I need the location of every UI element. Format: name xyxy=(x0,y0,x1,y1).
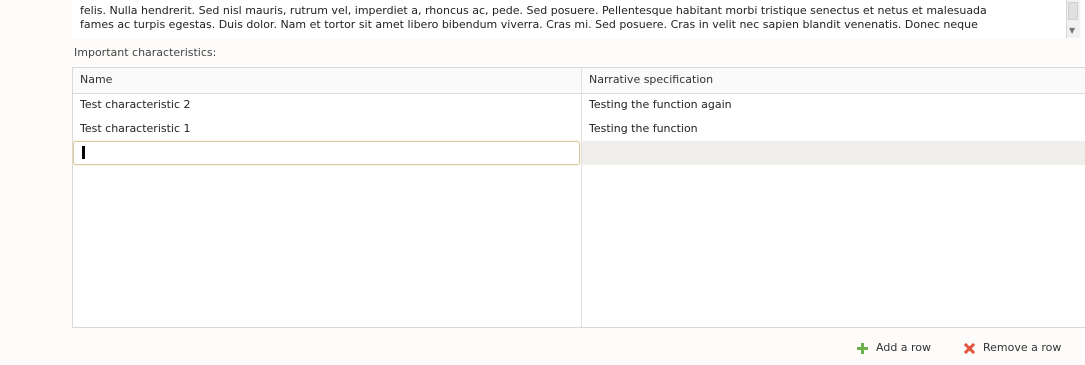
cell-name[interactable]: Test characteristic 1 xyxy=(73,117,581,140)
new-row-name-input[interactable] xyxy=(73,141,580,165)
scroll-down-arrow-icon[interactable]: ▼ xyxy=(1069,27,1075,35)
characteristics-grid: Name Narrative specification Test charac… xyxy=(72,67,1085,328)
scrollbar-thumb[interactable] xyxy=(1068,2,1078,20)
description-line-2: fames ac turpis egestas. Duis dolor. Nam… xyxy=(80,18,978,31)
remove-row-label: Remove a row xyxy=(983,341,1062,354)
text-cursor xyxy=(82,146,85,159)
column-header-narrative-specification[interactable]: Narrative specification xyxy=(582,68,1085,91)
description-scrollbar[interactable]: ▼ xyxy=(1066,0,1080,38)
cell-name[interactable]: Test characteristic 2 xyxy=(73,93,581,116)
grid-actions: Add a row Remove a row xyxy=(0,339,1085,359)
cell-narrative-specification[interactable]: Testing the function xyxy=(582,117,1085,140)
characteristics-label: Important characteristics: xyxy=(74,46,217,59)
description-textarea[interactable]: felis. Nulla hendrerit. Sed nisl mauris,… xyxy=(72,0,1080,38)
table-row[interactable]: Test characteristic 2 Testing the functi… xyxy=(73,93,1085,117)
description-line-1: felis. Nulla hendrerit. Sed nisl mauris,… xyxy=(80,4,987,17)
add-row-button[interactable]: Add a row xyxy=(856,339,931,357)
add-row-label: Add a row xyxy=(876,341,932,354)
grid-header: Name Narrative specification xyxy=(73,68,1085,94)
column-header-name[interactable]: Name xyxy=(73,68,581,91)
column-divider xyxy=(581,68,582,327)
remove-row-button[interactable]: Remove a row xyxy=(963,339,1061,357)
table-row[interactable]: Test characteristic 1 Testing the functi… xyxy=(73,117,1085,141)
new-row-narrative-cell[interactable] xyxy=(582,141,1085,165)
new-table-row[interactable] xyxy=(73,141,1085,165)
plus-icon xyxy=(856,342,869,355)
description-text: felis. Nulla hendrerit. Sed nisl mauris,… xyxy=(80,4,1048,32)
cell-narrative-specification[interactable]: Testing the function again xyxy=(582,93,1085,116)
delete-icon xyxy=(963,342,976,355)
